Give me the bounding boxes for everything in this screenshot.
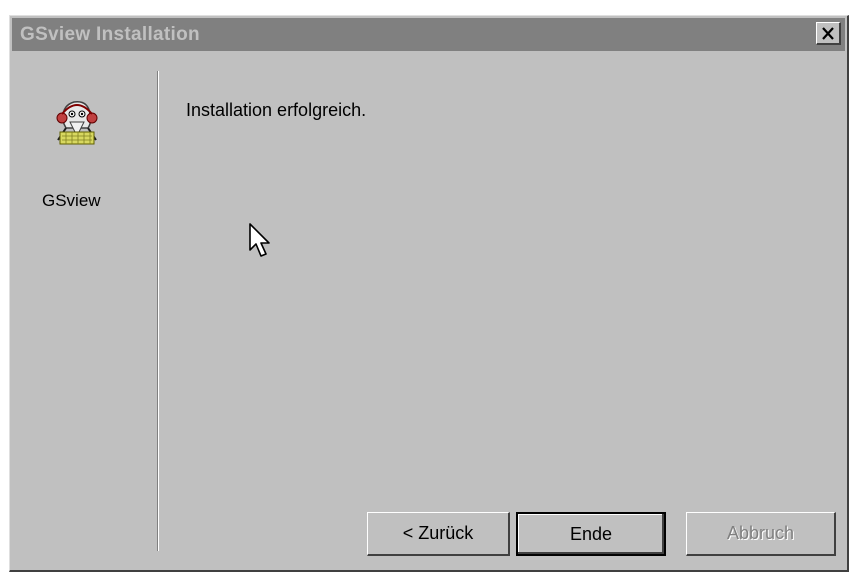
close-button[interactable]	[816, 22, 841, 45]
status-message: Installation erfolgreich.	[186, 100, 367, 120]
cancel-button-label: Abbruch	[726, 523, 795, 543]
cancel-button[interactable]: Abbruch	[686, 512, 836, 556]
sidebar-divider	[157, 71, 159, 551]
finish-button[interactable]: Ende	[516, 512, 666, 556]
installer-dialog: GSview Installation GSview Installation …	[9, 15, 849, 572]
title-bar[interactable]: GSview Installation	[12, 18, 845, 51]
finish-button-label: Ende	[569, 523, 613, 544]
back-button[interactable]: < Zurück	[367, 512, 510, 556]
wizard-sidebar: GSview	[12, 51, 157, 568]
mouse-cursor-icon	[249, 223, 270, 257]
close-icon	[822, 26, 834, 40]
window-title: GSview Installation	[20, 23, 200, 45]
back-button-label: < Zurück	[402, 523, 474, 543]
app-name-label: GSview	[42, 191, 101, 210]
gsview-app-icon	[56, 101, 98, 145]
